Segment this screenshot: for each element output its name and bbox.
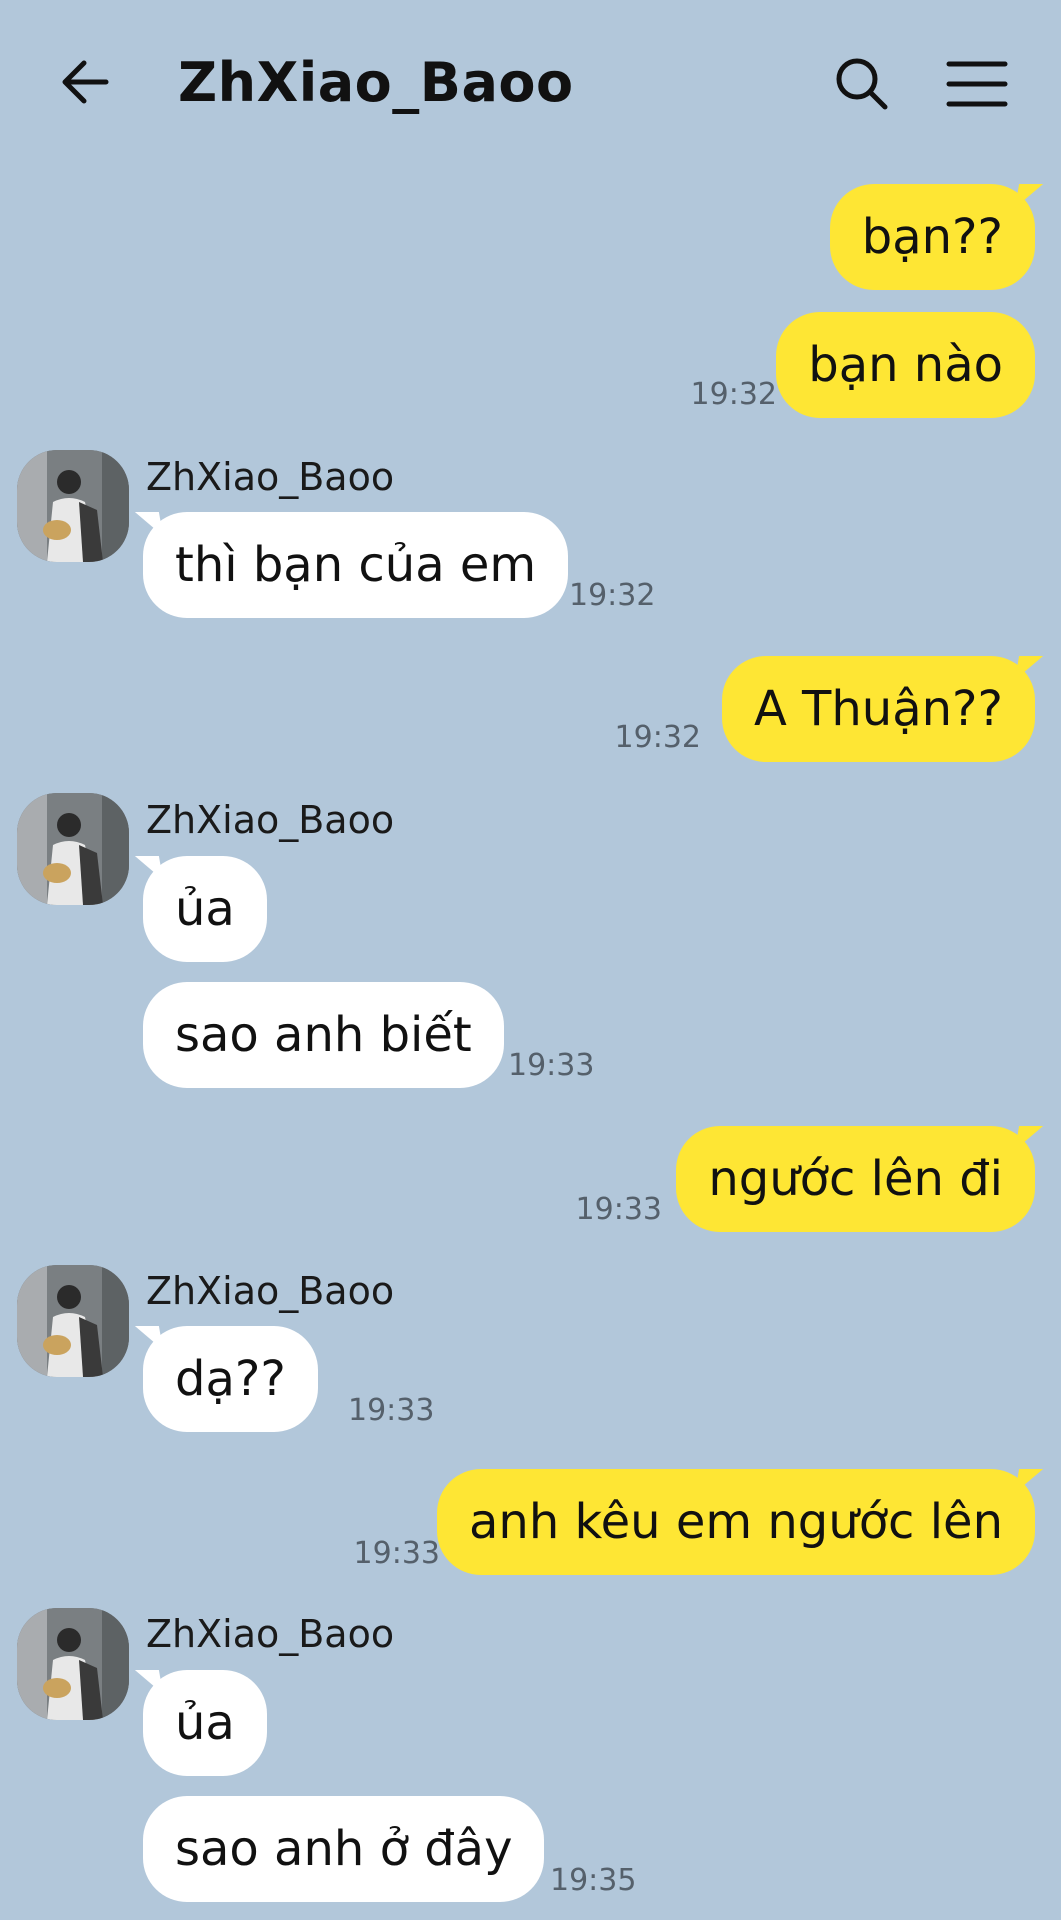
sender-name: ZhXiao_Baoo xyxy=(146,798,395,842)
incoming-message[interactable]: dạ?? xyxy=(143,1326,318,1432)
message-time: 19:33 xyxy=(353,1536,440,1571)
message-time: 19:33 xyxy=(575,1192,662,1227)
message-time: 19:32 xyxy=(690,377,777,412)
message-time: 19:33 xyxy=(508,1048,595,1083)
message-list[interactable]: bạn?? bạn nào 19:32 ZhXiao_Baoo thì bạn … xyxy=(0,0,1061,1920)
incoming-message[interactable]: ủa xyxy=(143,1670,267,1776)
avatar[interactable] xyxy=(17,793,129,905)
sender-name: ZhXiao_Baoo xyxy=(146,455,395,499)
incoming-message[interactable]: ủa xyxy=(143,856,267,962)
avatar[interactable] xyxy=(17,450,129,562)
avatar-image xyxy=(17,1608,129,1720)
message-time: 19:33 xyxy=(348,1393,435,1428)
avatar-image xyxy=(17,793,129,905)
avatar[interactable] xyxy=(17,1265,129,1377)
avatar-image xyxy=(17,1265,129,1377)
avatar[interactable] xyxy=(17,1608,129,1720)
sender-name: ZhXiao_Baoo xyxy=(146,1612,395,1656)
avatar-image xyxy=(17,450,129,562)
outgoing-message[interactable]: anh kêu em ngước lên xyxy=(437,1469,1035,1575)
incoming-message[interactable]: sao anh ở đây xyxy=(143,1796,545,1902)
outgoing-message[interactable]: A Thuận?? xyxy=(721,656,1035,762)
sender-name: ZhXiao_Baoo xyxy=(146,1269,395,1313)
message-time: 19:35 xyxy=(550,1863,637,1898)
outgoing-message[interactable]: bạn?? xyxy=(829,184,1035,290)
message-time: 19:32 xyxy=(569,578,656,613)
incoming-message[interactable]: thì bạn của em xyxy=(143,512,569,618)
outgoing-message[interactable]: ngước lên đi xyxy=(676,1126,1035,1232)
message-time: 19:32 xyxy=(614,720,701,755)
outgoing-message[interactable]: bạn nào xyxy=(776,312,1035,418)
incoming-message[interactable]: sao anh biết xyxy=(143,982,504,1088)
